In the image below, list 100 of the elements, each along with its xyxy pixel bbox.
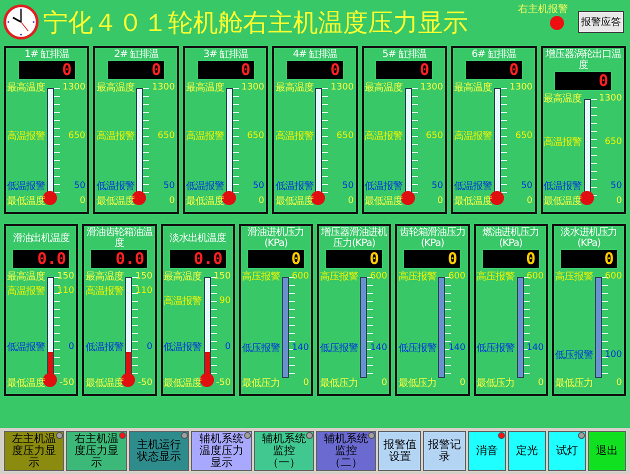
- scale-value: 50: [163, 180, 176, 192]
- nav-button[interactable]: 试灯: [548, 431, 586, 471]
- gauge-title: 齿轮箱滑油压力(KPa): [398, 227, 466, 249]
- scale-label: 最低温度: [186, 196, 224, 207]
- scale-label: 低温报警: [85, 342, 124, 353]
- scale-label: 高温报警: [96, 131, 134, 142]
- scale-label: 最高温度: [544, 94, 582, 104]
- scale-label: 低温报警: [454, 180, 492, 192]
- scale-label: 低压报警: [398, 343, 436, 354]
- gauge-title: 燃油进机压力(KPa): [481, 227, 540, 249]
- gauge-title: 增压器涡轮出口温度: [544, 49, 622, 71]
- nav-button[interactable]: 报警值设置: [378, 431, 422, 471]
- scale-value: -50: [60, 378, 76, 389]
- scale-label: 最高温度: [7, 82, 45, 94]
- scale-value: 650: [426, 131, 444, 142]
- scale-value: 0: [303, 378, 310, 389]
- scale-label: 最低温度: [164, 378, 202, 389]
- alarm-ack-button[interactable]: 报警应答: [578, 11, 624, 33]
- scale-value: 1300: [510, 82, 534, 94]
- scale-value: 600: [526, 272, 545, 282]
- nav-button[interactable]: 辅机系统监控（二）: [316, 431, 376, 471]
- scale-value: 650: [247, 131, 266, 142]
- nav-button[interactable]: 退出: [588, 431, 626, 471]
- scale-value: 0: [68, 342, 76, 353]
- scale-label: 最低温度: [7, 196, 45, 207]
- scale-label: 高压报警: [242, 272, 280, 282]
- scale-label: 最高温度: [7, 272, 45, 282]
- scale-value: 600: [448, 272, 466, 282]
- scale-value: 50: [432, 180, 444, 192]
- scale-label: 低压报警: [476, 343, 514, 354]
- scale-value: 1300: [152, 82, 176, 94]
- scale-label: 低温报警: [7, 180, 45, 192]
- thermometer-bulb: [400, 191, 415, 205]
- scale-label: 最高温度: [186, 82, 224, 94]
- scale-value: 0: [146, 342, 154, 353]
- scale-label: 高温报警: [364, 131, 403, 142]
- scale-value: 0: [526, 196, 534, 207]
- scale-value: 150: [135, 272, 154, 282]
- scale-label: 最低温度: [96, 196, 134, 207]
- gauge-title: 淡水进机压力(KPa): [560, 227, 618, 249]
- digital-readout: 0.0: [91, 250, 148, 268]
- digital-readout: 0: [482, 250, 539, 268]
- scale-label: 最高温度: [85, 272, 124, 282]
- scale-value: 650: [515, 131, 534, 142]
- scale-value: 90: [219, 296, 232, 308]
- scale-value: 1300: [330, 82, 355, 94]
- scale-label: 最低压力: [242, 378, 280, 389]
- scale-label: 最低压力: [398, 378, 436, 389]
- gauge-title: 4# 缸排温: [292, 49, 338, 60]
- gauge-title: 6# 缸排温: [470, 49, 518, 60]
- scale-value: 0: [258, 196, 266, 207]
- digital-readout: 0: [466, 61, 522, 79]
- scale-value: 110: [57, 286, 76, 298]
- scale-value: 50: [521, 180, 534, 192]
- scale-label: 最高温度: [364, 82, 403, 94]
- digital-readout: 0: [326, 250, 382, 268]
- nav-button[interactable]: 左主机温度压力显示: [4, 431, 64, 471]
- scale-label: 高温报警: [7, 286, 45, 298]
- scale-value: -50: [138, 378, 154, 389]
- scale-value: 140: [370, 343, 388, 354]
- scale-label: 高压报警: [554, 272, 593, 282]
- scale-value: 150: [57, 272, 76, 282]
- scale-value: 0: [348, 196, 355, 207]
- scale-value: 140: [448, 343, 466, 354]
- scale-label: 最高温度: [275, 82, 314, 94]
- nav-button[interactable]: 辅机系统温度压力显示: [191, 431, 252, 471]
- nav-button[interactable]: 主机运行状态显示: [128, 431, 190, 471]
- scale-value: 600: [604, 272, 623, 282]
- digital-readout: 0: [18, 61, 75, 79]
- scale-value: 1300: [420, 82, 444, 94]
- digital-readout: 0: [286, 61, 343, 79]
- nav-button[interactable]: 右主机温度压力显示: [66, 431, 127, 471]
- digital-readout: 0: [108, 61, 164, 79]
- digital-readout: 0: [376, 61, 432, 79]
- nav-button[interactable]: 报警记录: [423, 431, 466, 471]
- nav-button[interactable]: 定光: [508, 431, 546, 471]
- scale-value: 140: [292, 343, 310, 354]
- digital-readout: 0: [555, 72, 612, 90]
- gauge-title: 1# 缸排温: [24, 49, 70, 60]
- scale-value: 600: [370, 272, 388, 282]
- gauge-title: 3# 缸排温: [202, 49, 250, 60]
- thermometer-bulb: [43, 373, 57, 387]
- scale-value: 0: [616, 196, 623, 207]
- gauge-title: 滑油进机压力(KPa): [246, 227, 306, 249]
- thermometer-bulb: [580, 191, 594, 205]
- gauge-title: 增压器滑油进机压力(KPa): [320, 227, 388, 249]
- thermometer-bulb: [200, 373, 214, 387]
- scale-value: 0: [225, 342, 232, 353]
- scale-label: 最低压力: [476, 378, 514, 389]
- gauge-title: 淡水出机温度: [168, 232, 227, 246]
- nav-button[interactable]: 辅机系统监控（一）: [254, 431, 314, 471]
- scale-value: 1300: [241, 82, 266, 94]
- scale-value: 100: [604, 350, 623, 362]
- clock-icon: [3, 4, 39, 40]
- nav-button[interactable]: 消音: [468, 431, 506, 471]
- scale-value: 0: [169, 196, 176, 207]
- scale-value: 0: [460, 378, 466, 389]
- scale-value: 0: [80, 196, 86, 207]
- scale-label: 低温报警: [96, 180, 134, 192]
- alarm-label: 右主机报警: [518, 2, 568, 16]
